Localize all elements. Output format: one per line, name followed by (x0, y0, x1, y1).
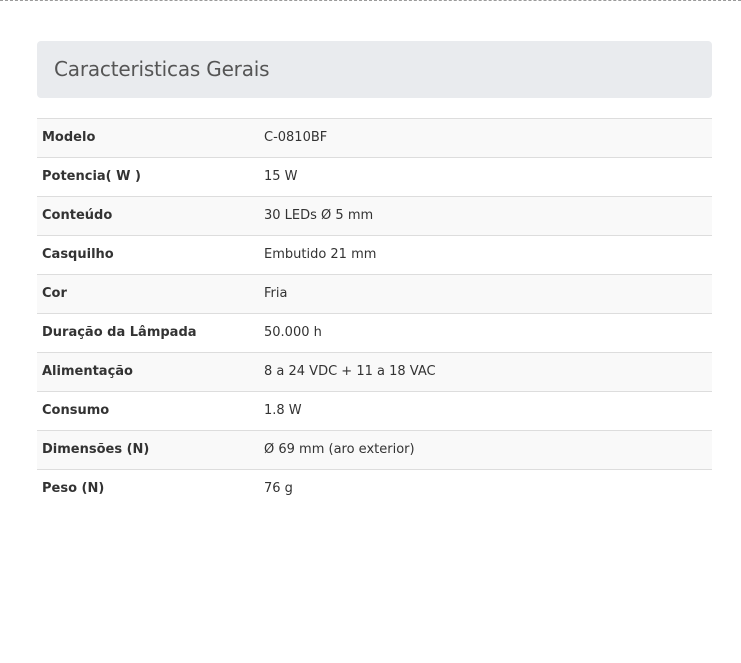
specs-table: Modelo C-0810BF Potencia( W ) 15 W Conte… (37, 118, 712, 509)
table-row: Cor Fria (37, 274, 712, 314)
spec-label-casquilho: Casquilho (37, 235, 259, 275)
spec-value-dimensoes: Ø 69 mm (aro exterior) (259, 430, 712, 470)
spec-value-potencia: 15 W (259, 157, 712, 197)
spec-label-dimensoes: Dimensões (N) (37, 430, 259, 470)
spec-label-modelo: Modelo (37, 118, 259, 158)
spec-value-duracao: 50.000 h (259, 313, 712, 353)
spec-label-consumo: Consumo (37, 391, 259, 431)
table-row: Duração da Lâmpada 50.000 h (37, 313, 712, 353)
table-row: Alimentação 8 a 24 VDC + 11 a 18 VAC (37, 352, 712, 392)
table-row: Modelo C-0810BF (37, 118, 712, 158)
panel-title: Caracteristicas Gerais (54, 57, 270, 81)
spec-label-duracao: Duração da Lâmpada (37, 313, 259, 353)
spec-value-alimentacao: 8 a 24 VDC + 11 a 18 VAC (259, 352, 712, 392)
spec-value-conteudo: 30 LEDs Ø 5 mm (259, 196, 712, 236)
top-divider (0, 0, 741, 1)
table-row: Potencia( W ) 15 W (37, 157, 712, 197)
spec-label-peso: Peso (N) (37, 469, 259, 509)
spec-value-consumo: 1.8 W (259, 391, 712, 431)
table-row: Dimensões (N) Ø 69 mm (aro exterior) (37, 430, 712, 470)
table-row: Conteúdo 30 LEDs Ø 5 mm (37, 196, 712, 236)
spec-value-peso: 76 g (259, 469, 712, 509)
spec-value-modelo: C-0810BF (259, 118, 712, 158)
spec-label-conteudo: Conteúdo (37, 196, 259, 236)
spec-label-cor: Cor (37, 274, 259, 314)
table-row: Peso (N) 76 g (37, 469, 712, 509)
spec-label-potencia: Potencia( W ) (37, 157, 259, 197)
spec-value-casquilho: Embutido 21 mm (259, 235, 712, 275)
table-row: Consumo 1.8 W (37, 391, 712, 431)
panel-header: Caracteristicas Gerais (37, 41, 712, 98)
spec-value-cor: Fria (259, 274, 712, 314)
table-row: Casquilho Embutido 21 mm (37, 235, 712, 275)
spec-label-alimentacao: Alimentação (37, 352, 259, 392)
